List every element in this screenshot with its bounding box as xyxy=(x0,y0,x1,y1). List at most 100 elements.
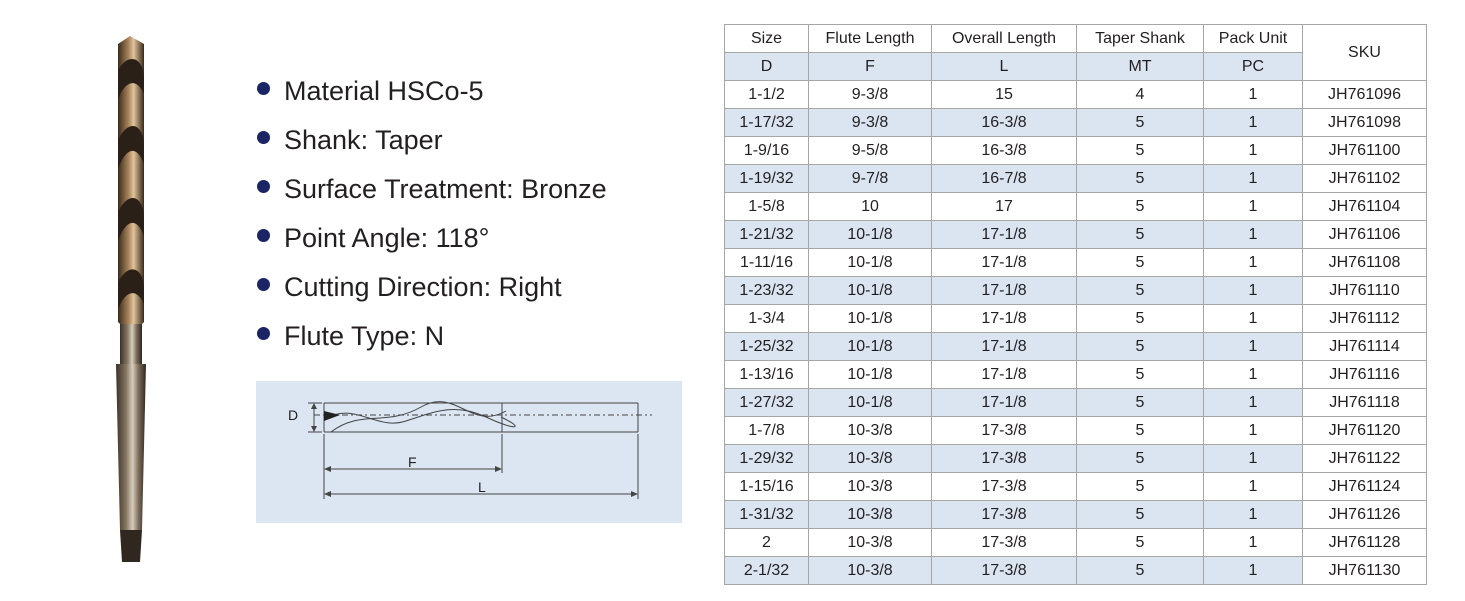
cell-flute-length: 10-3/8 xyxy=(808,556,932,585)
size-table: Size Flute Length Overall Length Taper S… xyxy=(724,24,1427,585)
cell-taper-shank: 5 xyxy=(1076,444,1204,473)
cell-sku: JH761110 xyxy=(1302,276,1427,305)
cell-pack-unit: 1 xyxy=(1203,304,1303,333)
cell-pack-unit: 1 xyxy=(1203,276,1303,305)
header-flute-length: Flute Length xyxy=(808,24,932,53)
table-row: 2 10-3/8 17-3/8 5 1 JH761128 xyxy=(724,528,1427,557)
cell-overall-length: 16-3/8 xyxy=(931,136,1077,165)
table-row: 1-17/32 9-3/8 16-3/8 5 1 JH761098 xyxy=(724,108,1427,137)
cell-pack-unit: 1 xyxy=(1203,220,1303,249)
table-row: 1-7/8 10-3/8 17-3/8 5 1 JH761120 xyxy=(724,416,1427,445)
cell-size: 1-15/16 xyxy=(724,472,809,501)
spec-item-cutting-direction: Cutting Direction: Right xyxy=(256,266,607,315)
cell-pack-unit: 1 xyxy=(1203,332,1303,361)
cell-taper-shank: 5 xyxy=(1076,556,1204,585)
spec-item-shank: Shank: Taper xyxy=(256,119,607,168)
cell-sku: JH761112 xyxy=(1302,304,1427,333)
header-size: Size xyxy=(724,24,809,53)
subheader-f: F xyxy=(808,52,932,81)
cell-sku: JH761114 xyxy=(1302,332,1427,361)
cell-taper-shank: 5 xyxy=(1076,304,1204,333)
cell-size: 1-11/16 xyxy=(724,248,809,277)
spec-label: Material xyxy=(284,76,381,106)
table-row: 1-31/32 10-3/8 17-3/8 5 1 JH761126 xyxy=(724,500,1427,529)
cell-taper-shank: 5 xyxy=(1076,248,1204,277)
bullet-icon xyxy=(257,229,270,242)
table-row: 2-1/32 10-3/8 17-3/8 5 1 JH761130 xyxy=(724,556,1427,585)
cell-size: 1-3/4 xyxy=(724,304,809,333)
cell-overall-length: 17-1/8 xyxy=(931,360,1077,389)
cell-flute-length: 10-1/8 xyxy=(808,276,932,305)
cell-taper-shank: 5 xyxy=(1076,276,1204,305)
cell-sku: JH761122 xyxy=(1302,444,1427,473)
cell-pack-unit: 1 xyxy=(1203,192,1303,221)
cell-overall-length: 17-3/8 xyxy=(931,556,1077,585)
cell-taper-shank: 5 xyxy=(1076,332,1204,361)
cell-size: 1-23/32 xyxy=(724,276,809,305)
bullet-icon xyxy=(257,327,270,340)
table-row: 1-29/32 10-3/8 17-3/8 5 1 JH761122 xyxy=(724,444,1427,473)
cell-overall-length: 17-1/8 xyxy=(931,388,1077,417)
cell-flute-length: 10-3/8 xyxy=(808,444,932,473)
cell-flute-length: 10-1/8 xyxy=(808,360,932,389)
spec-value: 118° xyxy=(435,223,490,253)
cell-size: 1-5/8 xyxy=(724,192,809,221)
cell-pack-unit: 1 xyxy=(1203,444,1303,473)
cell-overall-length: 15 xyxy=(931,80,1077,109)
cell-overall-length: 17-1/8 xyxy=(931,276,1077,305)
spec-separator: : xyxy=(506,174,514,204)
header-sku: SKU xyxy=(1302,24,1427,81)
table-row: 1-27/32 10-1/8 17-1/8 5 1 JH761118 xyxy=(724,388,1427,417)
cell-taper-shank: 5 xyxy=(1076,500,1204,529)
cell-sku: JH761116 xyxy=(1302,360,1427,389)
cell-size: 2 xyxy=(724,528,809,557)
cell-overall-length: 17-3/8 xyxy=(931,472,1077,501)
cell-size: 2-1/32 xyxy=(724,556,809,585)
bullet-icon xyxy=(257,82,270,95)
cell-size: 1-17/32 xyxy=(724,108,809,137)
spec-value: Bronze xyxy=(521,174,607,204)
cell-overall-length: 16-7/8 xyxy=(931,164,1077,193)
table-row: 1-23/32 10-1/8 17-1/8 5 1 JH761110 xyxy=(724,276,1427,305)
cell-overall-length: 17-1/8 xyxy=(931,332,1077,361)
cell-overall-length: 17-1/8 xyxy=(931,220,1077,249)
cell-flute-length: 10-3/8 xyxy=(808,500,932,529)
spec-item-material: Material HSCo-5 xyxy=(256,70,607,119)
cell-pack-unit: 1 xyxy=(1203,80,1303,109)
subheader-d: D xyxy=(724,52,809,81)
header-pack-unit: Pack Unit xyxy=(1203,24,1303,53)
drill-diagram: D F L xyxy=(256,381,682,523)
cell-taper-shank: 5 xyxy=(1076,108,1204,137)
header-overall-length: Overall Length xyxy=(931,24,1077,53)
cell-overall-length: 17-3/8 xyxy=(931,500,1077,529)
cell-pack-unit: 1 xyxy=(1203,248,1303,277)
cell-overall-length: 17 xyxy=(931,192,1077,221)
cell-sku: JH761104 xyxy=(1302,192,1427,221)
spec-separator: : xyxy=(420,223,429,253)
spec-value: Taper xyxy=(375,125,443,155)
bullet-icon xyxy=(257,180,270,193)
cell-sku: JH761120 xyxy=(1302,416,1427,445)
cell-taper-shank: 5 xyxy=(1076,388,1204,417)
bullet-icon xyxy=(257,131,270,144)
cell-overall-length: 16-3/8 xyxy=(931,108,1077,137)
cell-flute-length: 9-7/8 xyxy=(808,164,932,193)
spec-label: Shank xyxy=(284,125,361,155)
spec-label: Point Angle xyxy=(284,223,421,253)
cell-size: 1-9/16 xyxy=(724,136,809,165)
table-row: 1-15/16 10-3/8 17-3/8 5 1 JH761124 xyxy=(724,472,1427,501)
cell-sku: JH761106 xyxy=(1302,220,1427,249)
diameter-label: D xyxy=(288,407,299,423)
table-row: 1-13/16 10-1/8 17-1/8 5 1 JH761116 xyxy=(724,360,1427,389)
cell-taper-shank: 5 xyxy=(1076,164,1204,193)
spec-label: Flute Type xyxy=(284,321,410,351)
table-row: 1-21/32 10-1/8 17-1/8 5 1 JH761106 xyxy=(724,220,1427,249)
table-row: 1-19/32 9-7/8 16-7/8 5 1 JH761102 xyxy=(724,164,1427,193)
cell-pack-unit: 1 xyxy=(1203,360,1303,389)
header-taper-shank: Taper Shank xyxy=(1076,24,1204,53)
cell-overall-length: 17-3/8 xyxy=(931,444,1077,473)
spec-separator: : xyxy=(360,125,369,155)
table-row: 1-3/4 10-1/8 17-1/8 5 1 JH761112 xyxy=(724,304,1427,333)
subheader-pc: PC xyxy=(1203,52,1303,81)
cell-flute-length: 9-3/8 xyxy=(808,108,932,137)
